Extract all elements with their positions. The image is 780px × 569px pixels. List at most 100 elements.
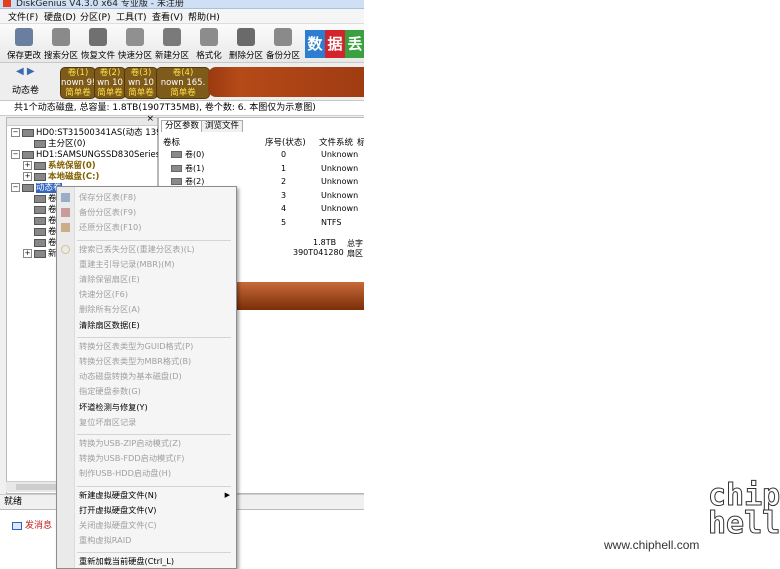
toolbar-button-search[interactable]: 搜索分区 — [41, 26, 81, 61]
context-menu-item[interactable]: 转换为USB-FDD启动模式(F) — [79, 453, 185, 463]
context-menu-item[interactable]: 坏道检测与修复(Y) — [79, 402, 148, 412]
toolbar-button-new-partition[interactable]: 新建分区 — [152, 26, 192, 61]
tree-item[interactable]: 主分区(0) — [23, 139, 86, 150]
context-menu-item[interactable]: 制作USB-HDD启动盘(H) — [79, 468, 171, 478]
volume-block[interactable]: 卷(4) nown 165. 简单卷 — [156, 67, 210, 99]
volume-block[interactable]: 卷(3) wn 10 简单卷 — [124, 67, 158, 99]
menu-disk[interactable]: 硬盘(D) — [44, 10, 76, 23]
context-menu-item[interactable]: 搜索已丢失分区(重建分区表)(L) — [79, 244, 195, 254]
disk-icon — [34, 249, 46, 258]
volume-block[interactable]: 卷(2) wn 10 简单卷 — [94, 67, 126, 99]
disk-volume-strip: ◀ ▶ 动态卷 卷(1) nown 9! 简单卷 卷(2) wn 10 简单卷 … — [0, 63, 364, 101]
tree-item[interactable]: 卷 — [23, 194, 57, 205]
column-header-fs[interactable]: 文件系统 — [319, 136, 353, 148]
volume-type: 简单卷 — [97, 88, 123, 98]
collapse-icon[interactable]: − — [11, 150, 20, 159]
expand-icon[interactable]: + — [23, 172, 32, 181]
pie-icon — [126, 28, 144, 46]
menu-tools[interactable]: 工具(T) — [116, 10, 147, 23]
context-menu-item[interactable]: 关闭虚拟硬盘文件(C) — [79, 520, 157, 530]
nav-arrows-icon[interactable]: ◀ ▶ — [16, 66, 35, 77]
tree-item[interactable]: 卷 — [23, 216, 57, 227]
context-menu-item[interactable]: 还原分区表(F10) — [79, 222, 141, 232]
expand-icon[interactable]: + — [23, 161, 32, 170]
context-menu-item[interactable]: 指定硬盘参数(G) — [79, 386, 141, 396]
collapse-icon[interactable]: − — [11, 183, 20, 192]
row-filesystem: Unknown — [321, 204, 359, 213]
ad-banner[interactable]: 数 据 丢 — [303, 24, 364, 62]
context-menu-item[interactable]: 备份分区表(F9) — [79, 207, 136, 217]
toolbar-button-format[interactable]: 格式化 — [189, 26, 229, 61]
context-menu-item[interactable]: 清除保留扇区(E) — [79, 274, 140, 284]
column-header-label[interactable]: 卷标 — [163, 136, 180, 148]
table-row[interactable]: 卷(1) 1 Unknown — [161, 163, 364, 175]
context-menu-item[interactable]: 删除所有分区(A) — [79, 304, 140, 314]
tree-item[interactable]: + 系统保留(0) — [23, 161, 96, 172]
close-icon[interactable]: × — [146, 114, 154, 124]
menu-partition[interactable]: 分区(P) — [80, 10, 110, 23]
tree-item-label: HD0:ST31500341AS(动态 139 — [36, 128, 162, 138]
volume-bar-large[interactable] — [208, 67, 364, 97]
context-menu-item[interactable]: 新建虚拟硬盘文件(N) — [79, 490, 157, 500]
toolbar-button-pie[interactable]: 快速分区 — [115, 26, 155, 61]
context-menu-item[interactable]: 转换分区表类型为MBR格式(B) — [79, 356, 191, 366]
context-menu-item[interactable]: 复位坏扇区记录 — [79, 417, 136, 427]
toolbar-button-save[interactable]: 保存更改 — [4, 26, 44, 61]
send-message-label: 发消息 — [25, 521, 53, 531]
disk-map-strip[interactable] — [236, 282, 364, 310]
tree-item[interactable]: 卷 — [23, 205, 57, 216]
tree-item[interactable]: − HD1:SAMSUNGSSD830Series(1 — [11, 150, 169, 161]
volume-type: 简单卷 — [170, 88, 196, 98]
context-menu-item[interactable]: 重建主引导记录(MBR)(M) — [79, 259, 175, 269]
row-label: 卷(2) — [185, 177, 205, 186]
send-message-link[interactable]: 发消息 — [12, 518, 52, 531]
envelope-icon — [12, 521, 22, 530]
context-menu-item[interactable]: 保存分区表(F8) — [79, 192, 136, 202]
tree-item[interactable]: + 新 — [23, 249, 57, 260]
row-seq: 3 — [281, 190, 287, 200]
watermark-url: www.chiphell.com — [604, 538, 700, 552]
column-header-flag[interactable]: 标 — [357, 136, 364, 148]
context-menu-item[interactable]: 打开虚拟硬盘文件(V) — [79, 505, 157, 515]
tree-item[interactable]: + 本地磁盘(C:) — [23, 172, 99, 183]
toolbar-button-recover[interactable]: 恢复文件 — [78, 26, 118, 61]
ad-char: 丢 — [345, 30, 364, 58]
disk-icon — [22, 150, 34, 159]
menu-separator — [77, 336, 231, 338]
row-label: 卷(1) — [185, 163, 205, 173]
row-seq: 1 — [281, 163, 287, 173]
tree-item[interactable]: 卷 — [23, 227, 57, 238]
trash-icon — [237, 28, 255, 46]
menu-view[interactable]: 查看(V) — [152, 10, 183, 23]
tab-partition-params[interactable]: 分区参数 — [161, 120, 204, 132]
disk-info-text: 共1个动态磁盘, 总容量: 1.8TB(1907T35MB), 卷个数: 6. … — [14, 103, 316, 113]
menu-help[interactable]: 帮助(H) — [188, 10, 220, 23]
table-row[interactable]: 卷(0) 0 Unknown — [161, 149, 364, 161]
context-menu-item[interactable]: 转换为USB-ZIP启动模式(Z) — [79, 438, 181, 448]
context-menu-item[interactable]: 重构虚拟RAID — [79, 535, 131, 545]
collapse-icon[interactable]: − — [11, 128, 20, 137]
context-menu-item[interactable]: 重新加载当前硬盘(Ctrl_L) — [79, 556, 174, 566]
disk-icon — [22, 183, 34, 192]
menu-separator — [77, 552, 231, 554]
search-icon — [52, 28, 70, 46]
context-menu-item[interactable]: 转换分区表类型为GUID格式(P) — [79, 341, 193, 351]
column-header-seq[interactable]: 序号(状态) — [265, 136, 306, 148]
context-menu-item[interactable]: 动态磁盘转换为基本磁盘(D) — [79, 371, 182, 381]
tree-item[interactable]: 卷 — [23, 238, 57, 249]
context-menu-item[interactable]: 清除扇区数据(E) — [79, 320, 140, 330]
volume-block[interactable]: 卷(1) nown 9! 简单卷 — [60, 67, 96, 99]
expand-icon[interactable]: + — [23, 249, 32, 258]
menu-file[interactable]: 文件(F) — [8, 10, 38, 23]
volume-icon — [171, 164, 182, 172]
toolbar-button-trash[interactable]: 删除分区 — [226, 26, 266, 61]
tree-item[interactable]: − 动态卷 — [11, 183, 62, 194]
toolbar-button-backup[interactable]: 备份分区 — [263, 26, 303, 61]
context-menu-item[interactable]: 快速分区(F6) — [79, 289, 128, 299]
tab-browse-files[interactable]: 浏览文件 — [201, 120, 244, 132]
context-menu: 保存分区表(F8) 备份分区表(F9) 还原分区表(F10) 搜索已丢失分区(重建分区… — [56, 186, 237, 569]
tree-item[interactable]: − HD0:ST31500341AS(动态 139 — [11, 128, 162, 139]
menu-separator — [77, 239, 231, 241]
summary-size: 1.8TB — [313, 238, 337, 247]
partition-table-icon — [61, 193, 70, 202]
